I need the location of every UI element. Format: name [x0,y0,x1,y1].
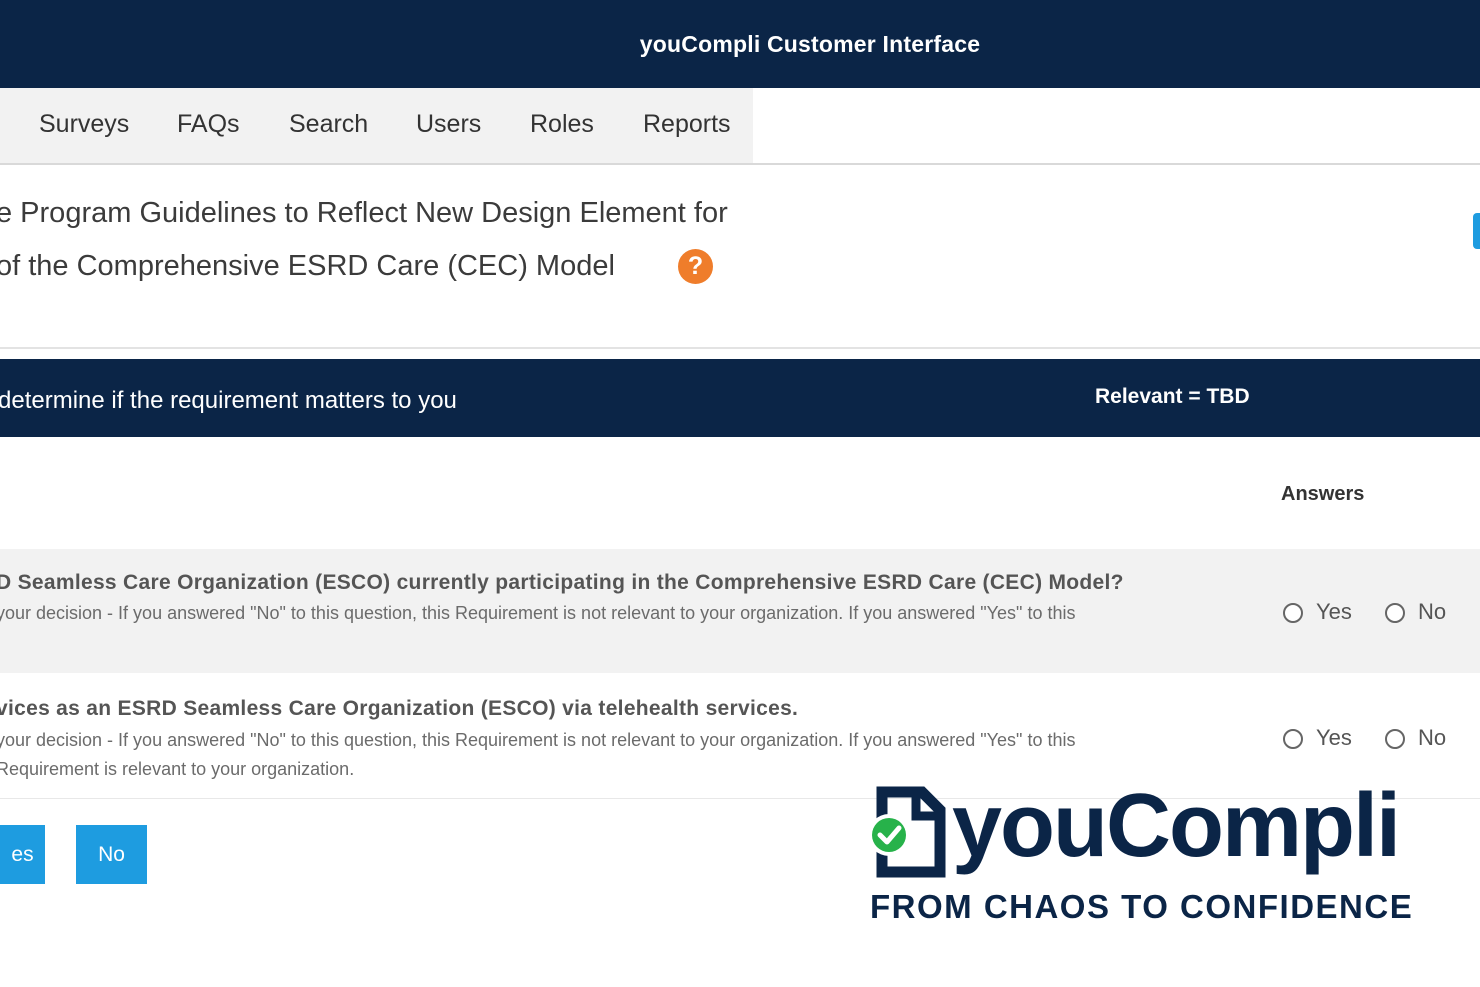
relevant-status: Relevant = TBD [1095,385,1250,408]
radio-yes[interactable] [1283,729,1303,749]
top-bar: youCompli Customer Interface [0,0,1480,88]
radio-yes[interactable] [1283,603,1303,623]
nav-roles[interactable]: Roles [530,110,594,139]
radio-no[interactable] [1385,603,1405,623]
question-hint: your decision - If you answered "No" to … [0,730,1076,750]
answers-header: Answers [1281,483,1365,505]
brand-tagline: FROM CHAOS TO CONFIDENCE [870,888,1414,925]
requirement-title-line2: of the Comprehensive ESRD Care (CEC) Mod… [0,250,615,282]
question-text: vices as an ESRD Seamless Care Organizat… [0,697,799,720]
question-icon[interactable]: ? [678,249,713,284]
nav-surveys[interactable]: Surveys [39,110,129,139]
brand-name: youCompli [952,776,1401,876]
nav-divider [0,163,1480,165]
app-title: youCompli Customer Interface [639,30,981,57]
title-divider [0,347,1480,349]
nav-reports[interactable]: Reports [643,110,731,139]
requirement-title-line1: e Program Guidelines to Reflect New Desi… [0,197,728,229]
nav-faqs[interactable]: FAQs [177,110,240,139]
radio-yes-label[interactable]: Yes [1316,599,1352,625]
radio-yes-label[interactable]: Yes [1316,725,1352,751]
radio-no-label[interactable]: No [1418,725,1446,751]
radio-no[interactable] [1385,729,1405,749]
side-tab[interactable] [1473,213,1480,249]
radio-no-label[interactable]: No [1418,599,1446,625]
nav-search[interactable]: Search [289,110,368,139]
section-instruction: determine if the requirement matters to … [0,387,457,414]
question-text: D Seamless Care Organization (ESCO) curr… [0,571,1124,594]
question-hint: your decision - If you answered "No" to … [0,603,1076,623]
section-header: determine if the requirement matters to … [0,359,1480,437]
no-button[interactable]: No [76,825,147,884]
question-hint-continued: Requirement is relevant to your organiza… [0,759,355,779]
nav-users[interactable]: Users [416,110,481,139]
question-row: D Seamless Care Organization (ESCO) curr… [0,549,1480,673]
yes-button[interactable]: es [0,825,45,884]
